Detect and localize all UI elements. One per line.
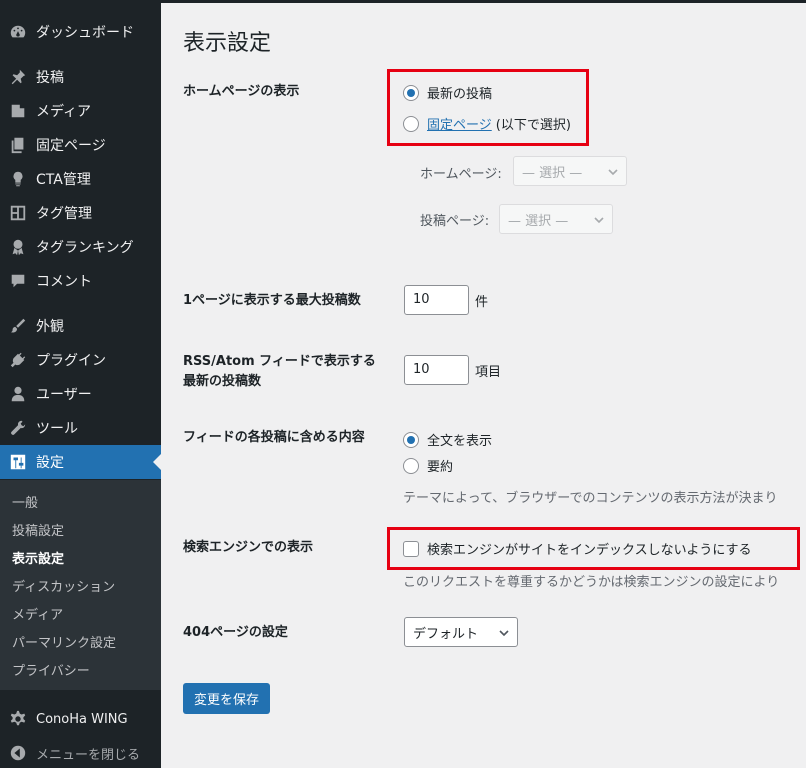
sidebar-item-label: ダッシュボード [36, 25, 134, 41]
feed-content-label: フィードの各投稿に含める内容 [183, 430, 365, 445]
collapse-menu-button[interactable]: メニューを閉じる [0, 736, 161, 768]
sidebar-item-comments[interactable]: コメント [0, 264, 161, 298]
search-visibility-description: このリクエストを尊重するかどうかは検索エンジンの設定により [403, 575, 780, 590]
sidebar-item-cta[interactable]: CTA管理 [0, 162, 161, 196]
sidebar-item-dashboard[interactable]: ダッシュボード [0, 15, 161, 49]
checkbox-label: 検索エンジンがサイトをインデックスしないようにする [427, 543, 752, 558]
brush-icon [0, 317, 36, 335]
chevron-down-icon [499, 627, 509, 637]
radio-summary[interactable]: 要約 [403, 456, 453, 475]
posts-page-select[interactable]: — 選択 — [499, 204, 613, 234]
settings-main: 表示設定 ホームページの表示 最新の投稿 固定ページ (以下で選択) ホームペー… [161, 3, 806, 768]
rss-count-label-line2: 最新の投稿数 [183, 374, 262, 389]
homepage-display-label: ホームページの表示 [183, 84, 300, 99]
media-icon [0, 102, 36, 120]
collapse-icon [0, 744, 36, 762]
submenu-item-discussion[interactable]: ディスカッション [12, 576, 115, 595]
sidebar-item-label: ユーザー [36, 387, 92, 403]
highlight-box-homepage [387, 69, 589, 146]
sidebar-item-pages[interactable]: 固定ページ [0, 128, 161, 162]
radio-static-page[interactable]: 固定ページ (以下で選択) [403, 114, 571, 133]
chevron-down-icon [608, 166, 618, 176]
settings-icon [0, 453, 36, 471]
radio-button-checked[interactable] [403, 84, 419, 101]
award-icon [0, 238, 36, 256]
sidebar-item-appearance[interactable]: 外観 [0, 309, 161, 343]
static-page-link[interactable]: 固定ページ [427, 114, 492, 133]
sidebar-item-tag-ranking[interactable]: タグランキング [0, 230, 161, 264]
sidebar-item-tools[interactable]: ツール [0, 411, 161, 445]
plugin-icon [0, 351, 36, 369]
sidebar-item-label: 固定ページ [36, 138, 106, 154]
select-value: — 選択 — [522, 165, 583, 181]
pages-icon [0, 136, 36, 154]
settings-submenu: 一般 投稿設定 表示設定 ディスカッション メディア パーマリンク設定 プライバ… [0, 480, 161, 690]
sidebar-item-label: コメント [36, 274, 92, 290]
sidebar-item-label: ConoHa WING [36, 711, 128, 727]
user-icon [0, 385, 36, 403]
sidebar-item-label: メディア [36, 104, 92, 120]
rss-count-unit: 項目 [475, 365, 502, 380]
admin-sidebar: ダッシュボード 投稿 メディア 固定ページ CTA管理 タグ管理 タグランキング… [0, 0, 806, 768]
pin-icon [0, 68, 36, 86]
posts-per-page-unit: 件 [475, 295, 489, 310]
select-value: デフォルト [413, 626, 479, 642]
submenu-item-permalink[interactable]: パーマリンク設定 [12, 632, 116, 651]
rss-count-label-line1: RSS/Atom フィードで表示する [183, 354, 376, 369]
dashboard-icon [0, 23, 36, 41]
chevron-down-icon [594, 214, 604, 224]
sidebar-item-plugins[interactable]: プラグイン [0, 343, 161, 377]
search-visibility-label: 検索エンジンでの表示 [183, 540, 314, 555]
submenu-item-privacy[interactable]: プライバシー [12, 660, 90, 679]
submenu-item-writing[interactable]: 投稿設定 [12, 520, 64, 539]
sidebar-item-label: タグランキング [36, 240, 134, 256]
sidebar-item-conoha[interactable]: ConoHa WING [0, 702, 161, 736]
select-value: — 選択 — [508, 213, 569, 229]
sidebar-item-users[interactable]: ユーザー [0, 377, 161, 411]
radio-label-suffix: (以下で選択) [495, 118, 571, 133]
rss-count-input[interactable]: 10 [404, 355, 469, 385]
homepage-select[interactable]: — 選択 — [513, 156, 627, 186]
posts-per-page-input[interactable]: 10 [404, 285, 469, 315]
noindex-checkbox[interactable] [403, 540, 419, 557]
lightbulb-icon [0, 170, 36, 188]
submenu-item-reading[interactable]: 表示設定 [12, 548, 64, 567]
radio-full-text[interactable]: 全文を表示 [403, 430, 492, 449]
gear-icon [0, 710, 36, 728]
sidebar-item-label: 設定 [36, 455, 64, 471]
page-404-select[interactable]: デフォルト [404, 617, 518, 647]
submenu-item-media[interactable]: メディア [12, 604, 63, 623]
sidebar-item-label: 投稿 [36, 70, 64, 86]
sidebar-item-posts[interactable]: 投稿 [0, 60, 161, 94]
sidebar-item-media[interactable]: メディア [0, 94, 161, 128]
radio-button[interactable] [403, 457, 419, 474]
sidebar-item-label: プラグイン [36, 353, 106, 369]
layout-icon [0, 204, 36, 222]
sidebar-item-tags[interactable]: タグ管理 [0, 196, 161, 230]
posts-page-select-label: 投稿ページ: [420, 214, 490, 229]
page-404-label: 404ページの設定 [183, 625, 288, 640]
posts-per-page-label: 1ページに表示する最大投稿数 [183, 293, 361, 308]
feed-description: テーマによって、ブラウザーでのコンテンツの表示方法が決まり [403, 491, 778, 506]
radio-latest-posts[interactable]: 最新の投稿 [403, 83, 492, 102]
noindex-checkbox-row[interactable]: 検索エンジンがサイトをインデックスしないようにする [403, 539, 751, 558]
comment-icon [0, 272, 36, 290]
page-title: 表示設定 [183, 31, 272, 56]
collapse-menu-label: メニューを閉じる [36, 747, 141, 763]
sidebar-item-label: 外観 [36, 319, 64, 335]
radio-label: 最新の投稿 [427, 87, 493, 102]
submenu-item-general[interactable]: 一般 [12, 492, 38, 511]
radio-label: 要約 [427, 460, 454, 475]
homepage-select-label: ホームページ: [420, 167, 502, 182]
radio-label: 全文を表示 [427, 434, 493, 449]
sidebar-item-settings[interactable]: 設定 [0, 445, 161, 479]
wrench-icon [0, 419, 36, 437]
sidebar-item-label: CTA管理 [36, 172, 91, 188]
radio-button-checked[interactable] [403, 431, 419, 448]
sidebar-item-label: タグ管理 [36, 206, 92, 222]
radio-button[interactable] [403, 115, 419, 132]
save-changes-button[interactable]: 変更を保存 [183, 683, 270, 714]
sidebar-item-label: ツール [36, 421, 78, 437]
